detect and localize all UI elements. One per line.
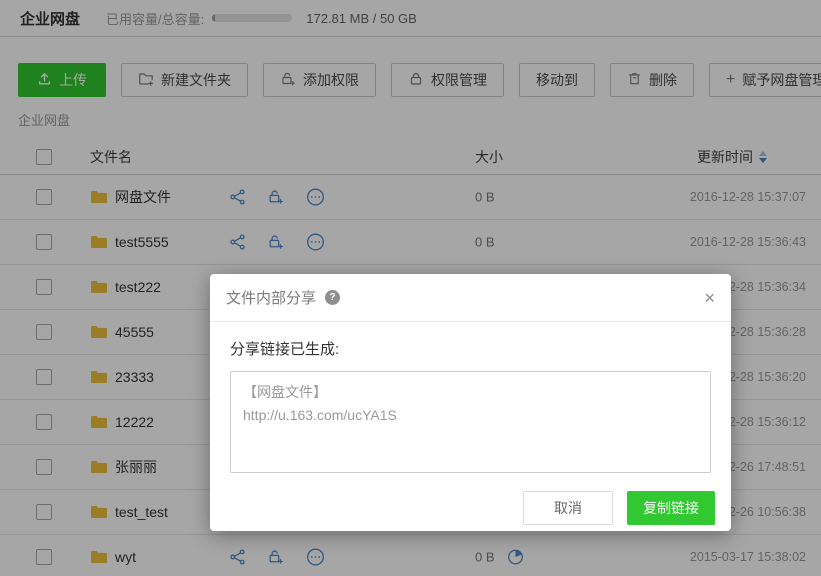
share-link-message: 分享链接已生成: bbox=[230, 338, 711, 359]
enterprise-drive-app: 企业网盘 已用容量/总容量: 172.81 MB / 50 GB 上传 新建文件… bbox=[0, 0, 821, 576]
copy-link-button[interactable]: 复制链接 bbox=[627, 491, 715, 525]
modal-title: 文件内部分享 bbox=[226, 287, 316, 308]
modal-footer: 取消 复制链接 bbox=[523, 491, 715, 525]
modal-header: 文件内部分享 ? × bbox=[210, 274, 731, 322]
internal-share-modal: 文件内部分享 ? × 分享链接已生成: 【网盘文件】 http://u.163.… bbox=[210, 274, 731, 531]
cancel-button[interactable]: 取消 bbox=[523, 491, 613, 525]
modal-body: 分享链接已生成: 【网盘文件】 http://u.163.com/ucYA1S bbox=[210, 322, 731, 473]
share-link-textarea[interactable]: 【网盘文件】 http://u.163.com/ucYA1S bbox=[230, 371, 711, 473]
help-icon[interactable]: ? bbox=[325, 290, 340, 305]
close-icon[interactable]: × bbox=[704, 289, 715, 307]
